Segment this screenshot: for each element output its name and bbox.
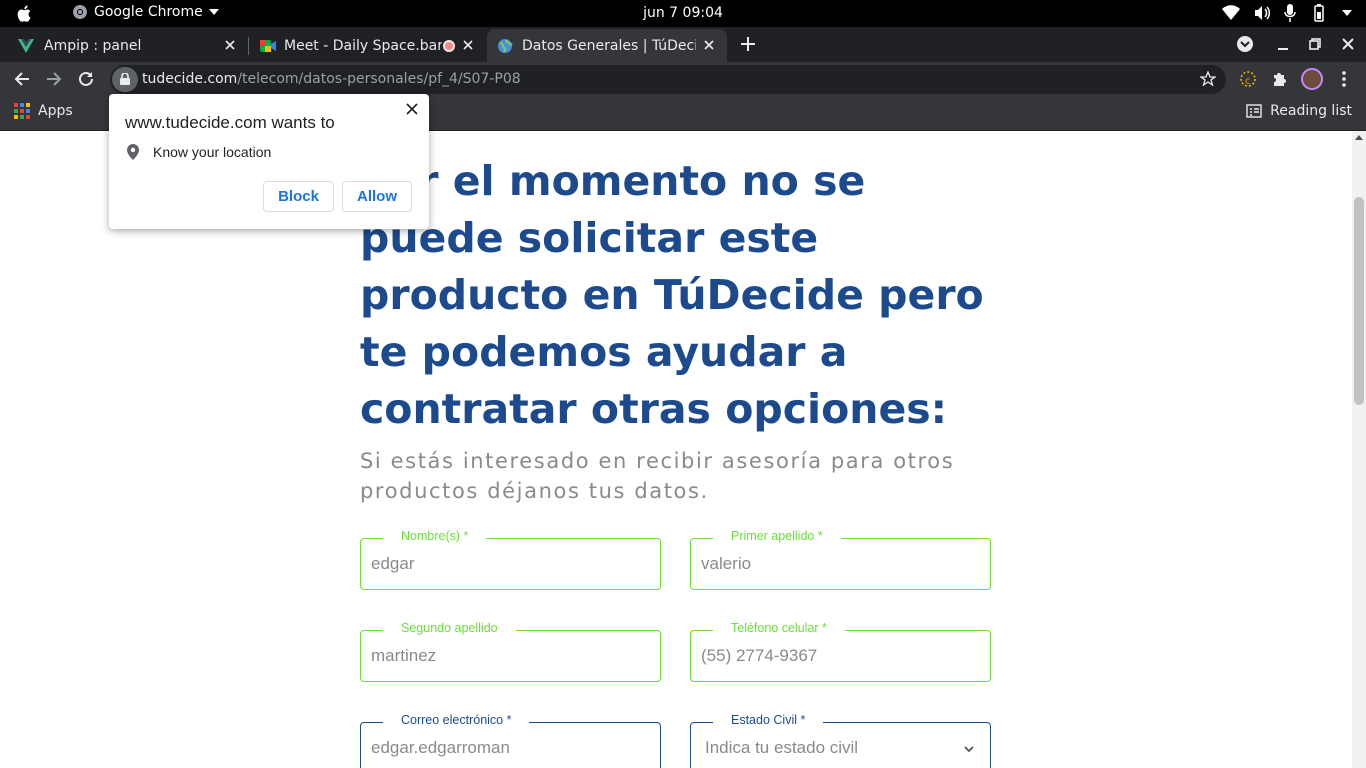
scrollbar-thumb[interactable]: [1354, 197, 1364, 405]
location-pin-icon: [127, 144, 139, 160]
primer-apellido-field[interactable]: Primer apellido * valerio: [690, 529, 991, 590]
wifi-icon: [1222, 5, 1240, 20]
apps-grid-icon: [14, 103, 30, 119]
menu-icon[interactable]: [1334, 69, 1354, 89]
url-text[interactable]: tudecide.com/telecom/datos-personales/pf…: [142, 71, 521, 87]
extension-icon[interactable]: c: [1238, 69, 1258, 89]
lock-icon[interactable]: [120, 73, 130, 85]
headline-line: producto en TúDecide pero: [360, 271, 984, 319]
correo-value: edgar.edgarroman: [371, 738, 510, 757]
permission-row: Know your location: [127, 144, 271, 160]
tab-separator: [248, 37, 249, 55]
svg-text:c: c: [1245, 76, 1251, 87]
system-tray[interactable]: [1222, 4, 1352, 22]
block-button[interactable]: Block: [263, 181, 334, 212]
reading-list[interactable]: Reading list: [1246, 103, 1352, 119]
browser-toolbar: tudecide.com/telecom/datos-personales/pf…: [0, 62, 1366, 96]
close-icon[interactable]: [701, 37, 717, 53]
segundo-apellido-label: Segundo apellido: [383, 621, 516, 635]
headline-line: te podemos ayudar a: [360, 328, 848, 376]
star-icon[interactable]: [1200, 71, 1216, 87]
reading-list-label: Reading list: [1270, 103, 1352, 119]
meet-icon: [260, 39, 276, 52]
tab-search-icon[interactable]: [1235, 34, 1255, 54]
new-tab-button[interactable]: [738, 34, 758, 54]
avatar[interactable]: [1301, 68, 1323, 90]
url-path: /telecom/datos-personales/pf_4/S07-P08: [237, 71, 521, 87]
page-title: Por el momento no se puede solicitar est…: [360, 153, 1020, 438]
chevron-down-icon: [964, 746, 974, 753]
tab-ampip[interactable]: Ampip : panel: [0, 29, 248, 62]
maximize-icon[interactable]: [1305, 34, 1325, 54]
caret-down-icon: [1342, 10, 1352, 16]
apps-label: Apps: [38, 103, 73, 119]
tab-strip: Ampip : panel Meet - Daily Space.bar Dat…: [0, 27, 1366, 62]
clock[interactable]: jun 7 09:04: [0, 5, 1366, 21]
close-icon[interactable]: [460, 37, 476, 53]
primer-apellido-value: valerio: [701, 554, 752, 573]
nombre-value: edgar: [371, 554, 415, 573]
nombre-label: Nombre(s) *: [383, 529, 487, 543]
reload-icon[interactable]: [76, 69, 96, 89]
recording-icon: [443, 40, 455, 52]
subtitle-line: Si estás interesado en recibir asesoría …: [360, 449, 955, 473]
close-icon[interactable]: [222, 37, 238, 53]
tab-meet[interactable]: Meet - Daily Space.bar: [250, 29, 486, 62]
minimize-icon[interactable]: [1273, 34, 1293, 54]
telefono-label: Teléfono celular *: [713, 621, 845, 635]
tab-datos-generales[interactable]: Datos Generales | TúDecide: [487, 29, 727, 62]
page-subtitle: Si estás interesado en recibir asesoría …: [360, 446, 1000, 506]
volume-icon: [1255, 6, 1270, 20]
allow-button[interactable]: Allow: [342, 181, 412, 212]
estado-civil-select[interactable]: Estado Civil * Indica tu estado civil: [690, 713, 991, 768]
estado-civil-placeholder: Indica tu estado civil: [705, 738, 859, 757]
subtitle-line: productos déjanos tus datos.: [360, 479, 709, 503]
tab-title: Meet - Daily Space.bar: [284, 37, 442, 54]
primer-apellido-label: Primer apellido *: [713, 529, 841, 543]
forward-icon[interactable]: [44, 69, 64, 89]
headline-line: contratar otras opciones:: [360, 385, 948, 433]
puzzle-icon[interactable]: [1270, 69, 1290, 89]
segundo-apellido-value: martinez: [371, 646, 437, 665]
scroll-up-arrow[interactable]: [1355, 135, 1363, 140]
telefono-field[interactable]: Teléfono celular * (55) 2774-9367: [690, 621, 991, 682]
popup-title: www.tudecide.com wants to: [125, 113, 335, 132]
permission-text: Know your location: [153, 144, 272, 160]
telefono-value: (55) 2774-9367: [701, 646, 818, 665]
headline-line: puede solicitar este: [360, 214, 819, 262]
battery-icon: [1314, 4, 1324, 22]
tab-title: Datos Generales | TúDecide: [522, 37, 696, 54]
close-icon[interactable]: [405, 102, 419, 116]
url-domain: tudecide.com: [142, 71, 238, 87]
vue-icon: [18, 38, 34, 53]
headline-line: Por el momento no se: [360, 157, 866, 205]
globe-icon: [498, 38, 513, 53]
page-scrollbar[interactable]: [1352, 131, 1366, 768]
microphone-icon: [1284, 4, 1296, 22]
correo-field[interactable]: Correo electrónico * edgar.edgarroman: [360, 713, 661, 768]
tab-title: Ampip : panel: [44, 37, 142, 54]
apps-shortcut[interactable]: Apps: [14, 103, 73, 119]
estado-civil-label: Estado Civil *: [713, 713, 824, 727]
correo-label: Correo electrónico *: [383, 713, 530, 727]
reading-list-icon: [1246, 104, 1262, 118]
os-top-bar: Google Chrome jun 7 09:04: [0, 0, 1366, 27]
back-icon[interactable]: [12, 69, 32, 89]
close-window-icon[interactable]: [1338, 34, 1358, 54]
segundo-apellido-field[interactable]: Segundo apellido martinez: [360, 621, 661, 682]
location-permission-popup: www.tudecide.com wants to Know your loca…: [109, 94, 429, 229]
address-bar[interactable]: tudecide.com/telecom/datos-personales/pf…: [110, 65, 1226, 94]
nombre-field[interactable]: Nombre(s) * edgar: [360, 529, 661, 590]
